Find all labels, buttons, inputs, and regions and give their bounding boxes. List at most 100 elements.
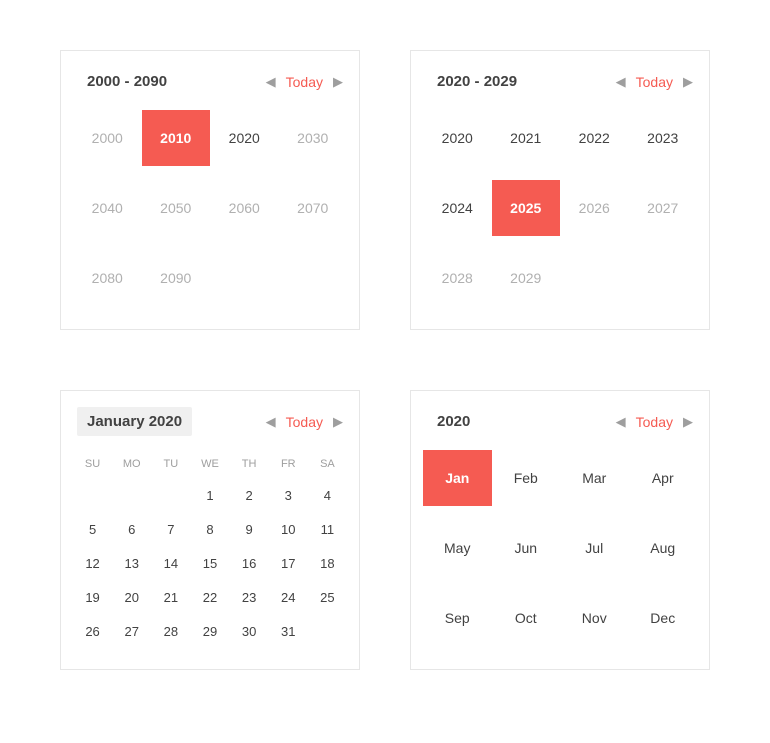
month-cell[interactable]: Jun — [492, 520, 561, 576]
month-nav: ◀ Today ▶ — [266, 414, 343, 430]
weekday-row: SUMOTUWETHFRSA — [73, 450, 347, 478]
month-cell[interactable]: Feb — [492, 450, 561, 506]
decade-title[interactable]: 2020 - 2029 — [427, 67, 527, 96]
century-title[interactable]: 2000 - 2090 — [77, 67, 177, 96]
day-cell[interactable]: 10 — [269, 512, 308, 546]
year-cell[interactable]: 2022 — [560, 110, 629, 166]
day-cell[interactable]: 4 — [308, 478, 347, 512]
decade-view-panel: 2020 - 2029 ◀ Today ▶ 202020212022202320… — [410, 50, 710, 330]
decade-grid: 2020202120222023 2024202520262027 20282029 — [423, 110, 697, 306]
today-button[interactable]: Today — [286, 414, 323, 430]
day-cell[interactable]: 31 — [269, 614, 308, 648]
year-view-panel: 2020 ◀ Today ▶ JanFebMarApr MayJunJulAug S… — [410, 390, 710, 670]
prev-icon[interactable]: ◀ — [616, 75, 626, 88]
month-cell[interactable]: Jan — [423, 450, 492, 506]
month-cell[interactable]: Aug — [629, 520, 698, 576]
prev-icon[interactable]: ◀ — [616, 415, 626, 428]
month-cell[interactable]: Dec — [629, 590, 698, 646]
day-cell[interactable]: 7 — [151, 512, 190, 546]
decade-cell[interactable]: 2080 — [73, 250, 142, 306]
year-cell[interactable]: 2028 — [423, 250, 492, 306]
day-cell[interactable]: 26 — [73, 614, 112, 648]
day-cell[interactable]: 20 — [112, 580, 151, 614]
month-cell[interactable]: Sep — [423, 590, 492, 646]
decade-cell[interactable]: 2090 — [142, 250, 211, 306]
century-header: 2000 - 2090 ◀ Today ▶ — [73, 63, 347, 110]
day-cell[interactable]: 5 — [73, 512, 112, 546]
day-cell[interactable]: 24 — [269, 580, 308, 614]
month-grid: JanFebMarApr MayJunJulAug SepOctNovDec — [423, 450, 697, 646]
year-cell[interactable]: 2024 — [423, 180, 492, 236]
day-cell[interactable]: 9 — [230, 512, 269, 546]
decade-cell[interactable]: 2010 — [142, 110, 211, 166]
month-header: January 2020 ◀ Today ▶ — [73, 403, 347, 450]
prev-icon[interactable]: ◀ — [266, 75, 276, 88]
today-button[interactable]: Today — [286, 74, 323, 90]
day-cell[interactable]: 21 — [151, 580, 190, 614]
year-title[interactable]: 2020 — [427, 407, 480, 436]
month-view-panel: January 2020 ◀ Today ▶ SUMOTUWETHFRSA 12… — [60, 390, 360, 670]
day-cell[interactable]: 27 — [112, 614, 151, 648]
day-cell[interactable]: 12 — [73, 546, 112, 580]
day-cell[interactable]: 13 — [112, 546, 151, 580]
decade-cell[interactable]: 2020 — [210, 110, 279, 166]
month-cell[interactable]: Nov — [560, 590, 629, 646]
day-cell[interactable]: 19 — [73, 580, 112, 614]
day-cell[interactable]: 15 — [190, 546, 229, 580]
day-cell[interactable]: 16 — [230, 546, 269, 580]
century-grid: 2000201020202030 2040205020602070 20802090 — [73, 110, 347, 306]
today-button[interactable]: Today — [636, 414, 673, 430]
year-nav: ◀ Today ▶ — [616, 414, 693, 430]
decade-cell[interactable]: 2070 — [279, 180, 348, 236]
next-icon[interactable]: ▶ — [333, 415, 343, 428]
day-cell[interactable]: 6 — [112, 512, 151, 546]
day-cell[interactable]: 23 — [230, 580, 269, 614]
month-title[interactable]: January 2020 — [77, 407, 192, 436]
year-cell[interactable]: 2025 — [492, 180, 561, 236]
day-cell[interactable]: 2 — [230, 478, 269, 512]
year-cell[interactable]: 2021 — [492, 110, 561, 166]
day-cell[interactable]: 22 — [190, 580, 229, 614]
weekday-label: FR — [269, 450, 308, 478]
decade-cell[interactable]: 2000 — [73, 110, 142, 166]
weekday-label: WE — [190, 450, 229, 478]
today-button[interactable]: Today — [636, 74, 673, 90]
year-cell[interactable]: 2020 — [423, 110, 492, 166]
day-empty — [151, 478, 190, 512]
month-cell[interactable]: Mar — [560, 450, 629, 506]
day-cell[interactable]: 25 — [308, 580, 347, 614]
day-cell[interactable]: 17 — [269, 546, 308, 580]
day-cell[interactable]: 1 — [190, 478, 229, 512]
month-cell[interactable]: May — [423, 520, 492, 576]
decade-header: 2020 - 2029 ◀ Today ▶ — [423, 63, 697, 110]
month-cell[interactable]: Apr — [629, 450, 698, 506]
year-cell[interactable]: 2026 — [560, 180, 629, 236]
day-empty — [112, 478, 151, 512]
decade-cell[interactable]: 2050 — [142, 180, 211, 236]
decade-cell[interactable]: 2040 — [73, 180, 142, 236]
next-icon[interactable]: ▶ — [683, 75, 693, 88]
day-cell[interactable]: 18 — [308, 546, 347, 580]
day-cell[interactable]: 3 — [269, 478, 308, 512]
century-nav: ◀ Today ▶ — [266, 74, 343, 90]
day-cell[interactable]: 8 — [190, 512, 229, 546]
year-cell[interactable]: 2023 — [629, 110, 698, 166]
day-cell[interactable]: 30 — [230, 614, 269, 648]
decade-cell[interactable]: 2060 — [210, 180, 279, 236]
day-cell[interactable]: 29 — [190, 614, 229, 648]
next-icon[interactable]: ▶ — [683, 415, 693, 428]
day-cell[interactable]: 11 — [308, 512, 347, 546]
weekday-label: SA — [308, 450, 347, 478]
day-grid: 1234567891011121314151617181920212223242… — [73, 478, 347, 648]
prev-icon[interactable]: ◀ — [266, 415, 276, 428]
decade-nav: ◀ Today ▶ — [616, 74, 693, 90]
year-cell[interactable]: 2029 — [492, 250, 561, 306]
year-cell[interactable]: 2027 — [629, 180, 698, 236]
decade-cell[interactable]: 2030 — [279, 110, 348, 166]
weekday-label: MO — [112, 450, 151, 478]
month-cell[interactable]: Jul — [560, 520, 629, 576]
month-cell[interactable]: Oct — [492, 590, 561, 646]
day-cell[interactable]: 14 — [151, 546, 190, 580]
next-icon[interactable]: ▶ — [333, 75, 343, 88]
day-cell[interactable]: 28 — [151, 614, 190, 648]
